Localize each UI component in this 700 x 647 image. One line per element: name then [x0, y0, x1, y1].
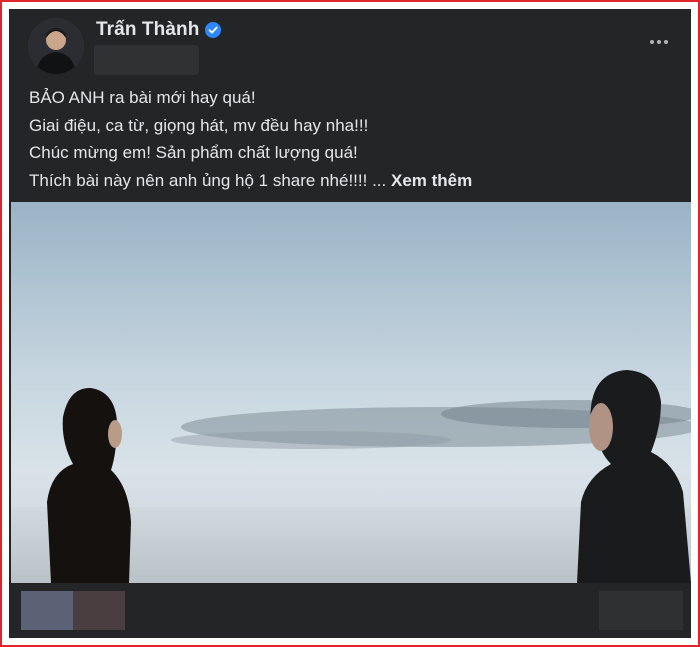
author-name[interactable]: Trấn Thành: [96, 19, 199, 41]
reaction-thumb-redacted: [73, 591, 125, 630]
post-text-line: Thích bài này nên anh ủng hộ 1 share nhé…: [29, 167, 669, 195]
post-text-line: Giai điệu, ca từ, giọng hát, mv đều hay …: [29, 115, 369, 135]
highlight-frame: Trấn Thành BẢO ANH ra bài mới hay quá! G…: [0, 0, 700, 647]
avatar-photo: [28, 18, 84, 74]
more-options-icon: [650, 40, 654, 44]
reaction-thumb-redacted: [21, 591, 73, 630]
post-text-line: Chúc mừng em! Sản phẩm chất lượng quá!: [29, 143, 358, 162]
verified-badge-icon: [205, 22, 222, 38]
post-video-still[interactable]: [11, 202, 691, 583]
video-frame-image: [11, 202, 691, 583]
post-footer-redacted: [9, 583, 691, 638]
post-text-last: Thích bài này nên anh ủng hộ 1 share nhé…: [29, 170, 391, 190]
post-text: BẢO ANH ra bài mới hay quá! Giai điệu, c…: [29, 84, 669, 194]
stats-redacted: [599, 591, 683, 630]
post-author: Trấn Thành: [96, 19, 222, 41]
post-text-line: BẢO ANH ra bài mới hay quá!: [29, 88, 256, 107]
see-more-link[interactable]: Xem thêm: [391, 171, 472, 190]
post-meta-redacted: [94, 45, 199, 75]
facebook-post-card: Trấn Thành BẢO ANH ra bài mới hay quá! G…: [9, 9, 691, 638]
author-avatar[interactable]: [28, 18, 84, 74]
more-options-button[interactable]: [641, 29, 677, 55]
